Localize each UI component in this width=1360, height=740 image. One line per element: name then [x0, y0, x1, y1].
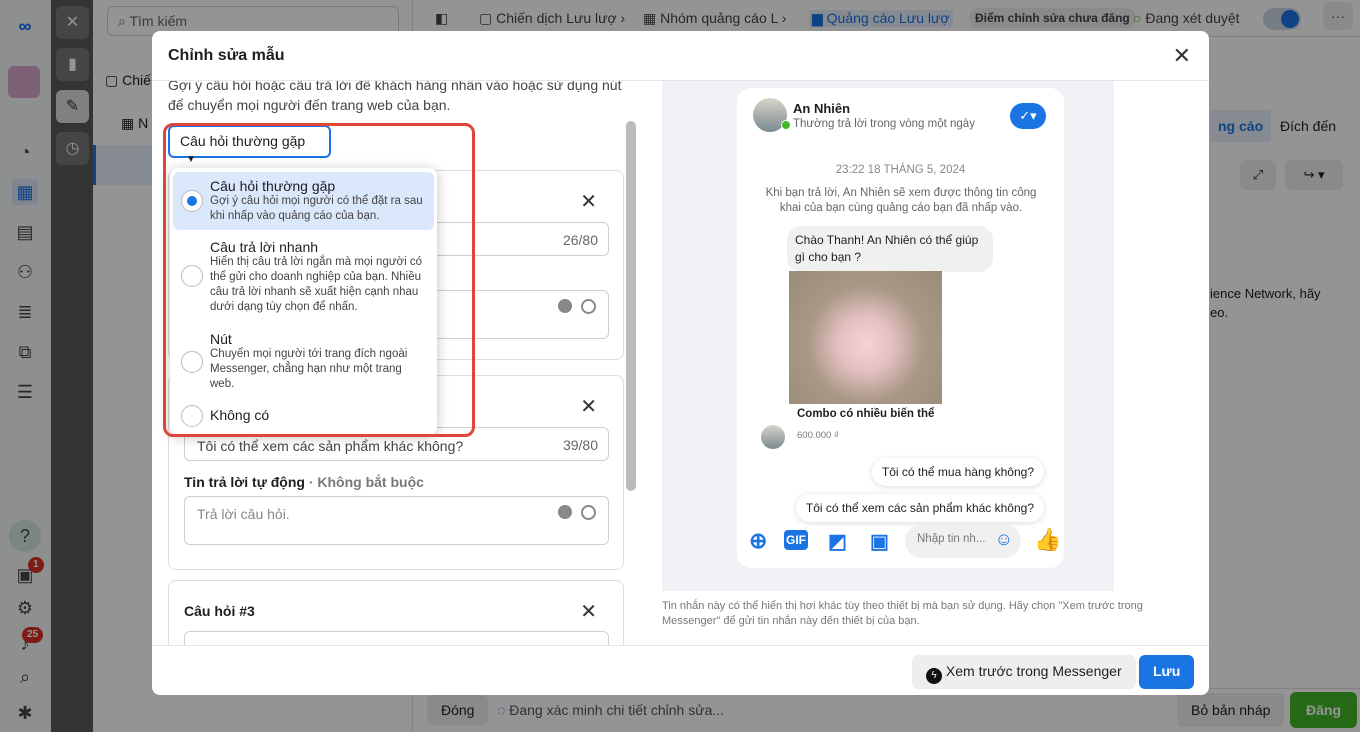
online-dot — [781, 120, 791, 130]
message-input[interactable]: Nhập tin nh... ☺ — [905, 524, 1021, 558]
scrollbar[interactable] — [626, 121, 636, 491]
auto-reply-input[interactable]: Trả lời câu hỏi. — [184, 496, 609, 545]
messenger-icon: ϟ — [926, 668, 942, 684]
gif-icon[interactable]: GIF — [784, 530, 808, 550]
response-time: Thường trả lời trong vòng một ngày — [793, 118, 975, 130]
editor-panel: Gợi ý câu hỏi hoặc câu trả lời để khách … — [152, 81, 638, 645]
remove-question-icon[interactable]: ✕ — [580, 394, 597, 419]
page-avatar-small — [761, 425, 785, 449]
dialog-footer: ϟ Xem trước trong Messenger Lưu — [152, 645, 1209, 695]
faq-bubble[interactable]: Tôi có thể mua hàng không? — [871, 458, 1044, 486]
like-icon[interactable]: 👍 — [1034, 527, 1061, 553]
question-title: Câu hỏi #3 — [184, 603, 255, 619]
highlight-box — [163, 123, 475, 437]
page-name: An Nhiên — [793, 101, 851, 116]
dialog-title: Chỉnh sửa mẫu — [168, 47, 285, 64]
preview-in-messenger-button[interactable]: ϟ Xem trước trong Messenger — [912, 655, 1136, 689]
question-input[interactable] — [184, 631, 609, 645]
messenger-preview: An Nhiên Thường trả lời trong vòng một n… — [662, 81, 1114, 591]
remove-question-icon[interactable]: ✕ — [580, 189, 597, 214]
product-image — [789, 271, 942, 404]
check-dropdown-icon[interactable]: ✓▾ — [1010, 103, 1046, 129]
image-icon[interactable]: ▣ — [870, 529, 889, 554]
button-label: Xem trước trong Messenger — [945, 663, 1122, 679]
sticker-icon[interactable]: ◩ — [828, 529, 847, 554]
product-name: Combo có nhiều biến thể — [797, 408, 935, 420]
emoji-icon[interactable]: ☺ — [995, 529, 1013, 550]
placeholder: Nhập tin nh... — [917, 533, 986, 545]
privacy-note: Khi bạn trả lời, An Nhiên sẽ xem được th… — [765, 187, 1037, 214]
question-value: Tôi có thể xem các sản phẩm khác không? — [197, 438, 464, 454]
save-button[interactable]: Lưu — [1139, 655, 1195, 689]
question-card-3: Câu hỏi #3 ✕ — [168, 580, 624, 645]
char-count: 26/80 — [562, 232, 598, 248]
timestamp: 23:22 18 THÁNG 5, 2024 — [835, 164, 966, 176]
auto-reply-label: Tin trả lời tự động · Không bắt buộc — [184, 474, 424, 490]
edit-template-dialog: Chỉnh sửa mẫu ✕ Gợi ý câu hỏi hoặc câu t… — [152, 31, 1209, 695]
plus-icon[interactable]: ⊕ — [749, 528, 767, 554]
placeholder: Trả lời câu hỏi. — [197, 506, 290, 522]
emoji-icon[interactable] — [558, 299, 572, 313]
product-price: 600.000 ₫ — [797, 430, 839, 441]
close-icon[interactable]: ✕ — [1173, 43, 1191, 69]
optional-label: · Không bắt buộc — [308, 474, 424, 490]
char-count: 39/80 — [562, 437, 598, 453]
personalize-icon[interactable] — [581, 505, 596, 520]
description: Gợi ý câu hỏi hoặc câu trả lời để khách … — [168, 81, 622, 113]
dialog-header: Chỉnh sửa mẫu ✕ — [152, 31, 1209, 81]
label: Tin trả lời tự động — [184, 474, 305, 490]
personalize-icon[interactable] — [581, 299, 596, 314]
remove-question-icon[interactable]: ✕ — [580, 599, 597, 624]
faq-bubble[interactable]: Tôi có thể xem các sản phẩm khác không? — [795, 494, 1044, 522]
phone-frame: An Nhiên Thường trả lời trong vòng một n… — [737, 88, 1064, 568]
preview-note: Tin nhắn này có thể hiển thị hơi khác tù… — [662, 600, 1143, 627]
emoji-icon[interactable] — [558, 505, 572, 519]
greeting-bubble: Chào Thanh! An Nhiên có thể giúp gì cho … — [787, 226, 993, 272]
